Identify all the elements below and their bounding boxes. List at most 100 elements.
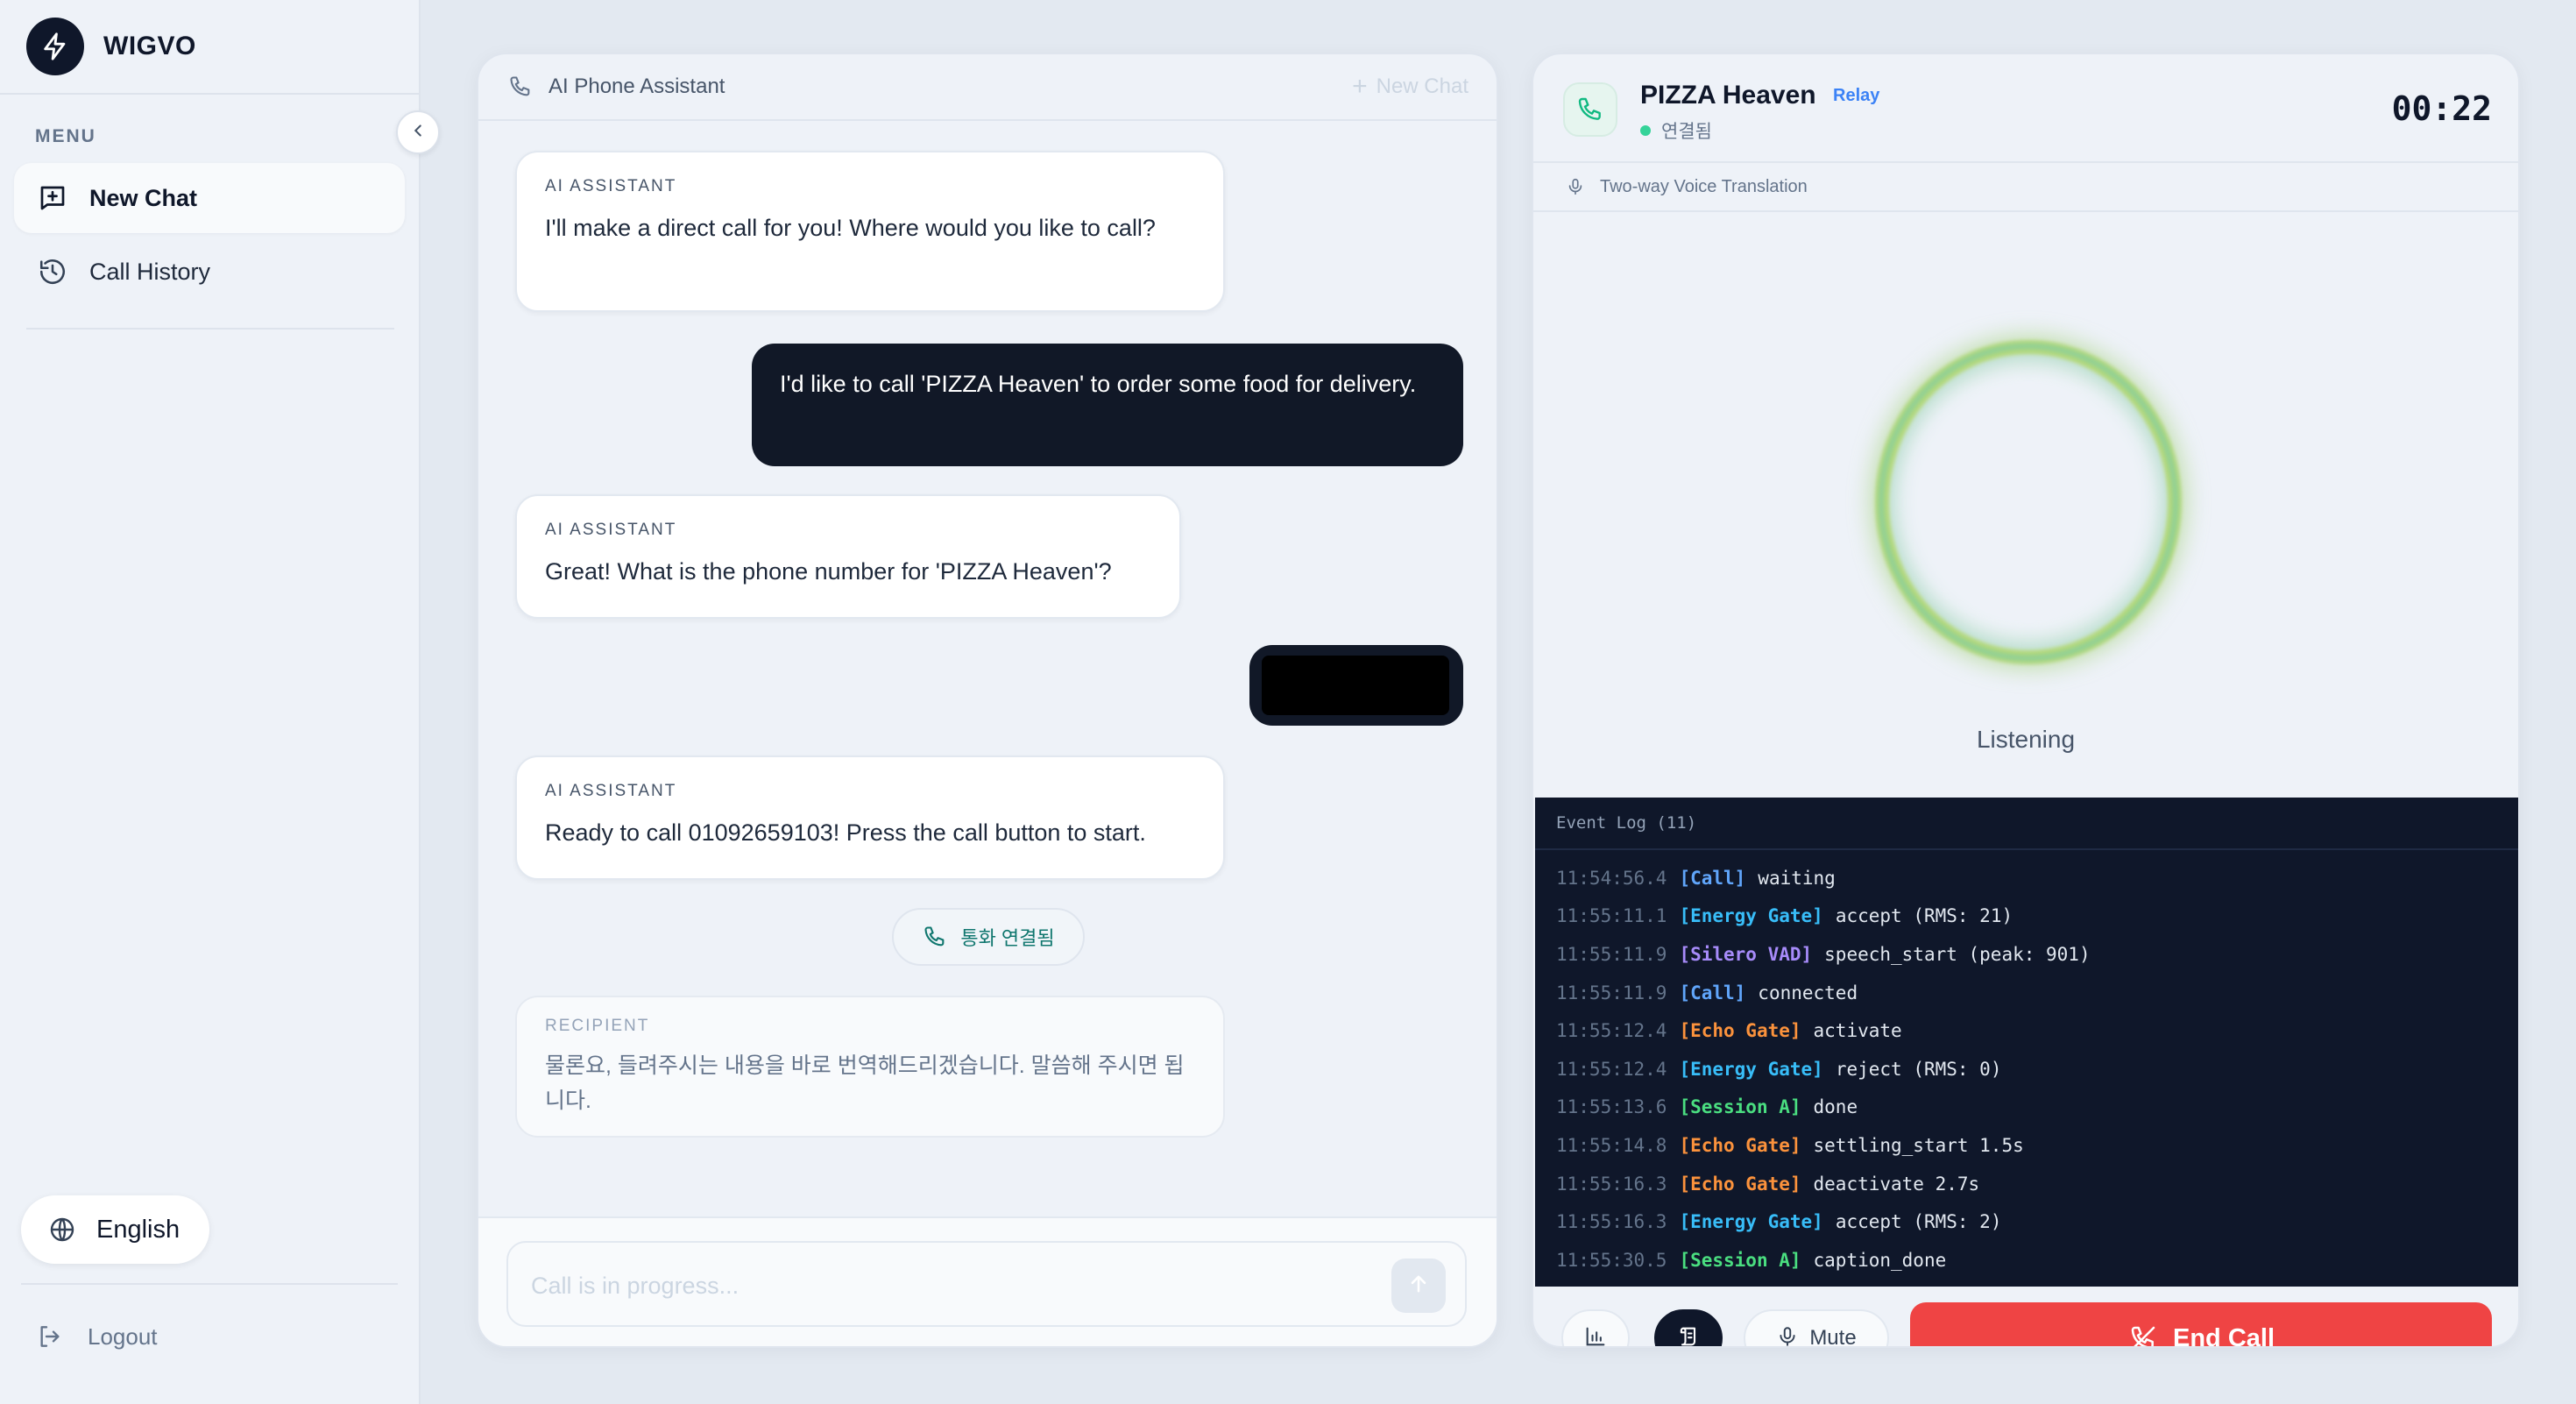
event-log-line: 11:55:16.3 [Energy Gate] accept (RMS: 2) (1556, 1202, 2518, 1241)
end-call-button[interactable]: End Call (1910, 1302, 2492, 1346)
call-panel: PIZZA Heaven Relay 연결됨 00:22 Two-way Voi… (1532, 53, 2520, 1348)
event-tag: [Call] (1679, 867, 1746, 889)
event-time: 11:55:16.3 (1556, 1211, 1667, 1233)
ai-message: AI ASSISTANT Ready to call 01092659103! … (515, 755, 1225, 880)
history-icon (35, 254, 70, 289)
voice-orb-glow (1879, 344, 2178, 661)
event-message: reject (RMS: 0) (1835, 1058, 2002, 1080)
logout-label: Logout (88, 1322, 158, 1350)
sidebar: WIGVO MENU New Chat Call History English… (0, 0, 440, 1404)
event-tag: [Echo Gate] (1679, 1134, 1801, 1156)
chat-input-box (506, 1241, 1467, 1327)
logout-button[interactable]: Logout (35, 1322, 158, 1351)
event-log-line: 11:54:56.4 [Call] waiting (1556, 859, 2518, 897)
event-message: done (1813, 1096, 1858, 1118)
event-time: 11:55:30.5 (1556, 1249, 1667, 1271)
divider (21, 1283, 398, 1285)
message-text: Great! What is the phone number for 'PIZ… (545, 558, 1112, 585)
plus-icon: + (1352, 72, 1368, 101)
event-log-line: 11:55:12.4 [Echo Gate] activate (1556, 1011, 2518, 1050)
message-sender: AI ASSISTANT (545, 782, 677, 800)
event-tag: [Energy Gate] (1679, 905, 1823, 927)
event-message: connected (1758, 982, 1858, 1003)
call-status-label: 연결됨 (1661, 122, 1712, 142)
event-log-line: 11:55:14.8 [Echo Gate] settling_start 1.5s (1556, 1126, 2518, 1165)
event-log-title: Event Log (11) (1535, 798, 2518, 850)
divider (0, 93, 419, 95)
logout-icon (35, 1322, 65, 1351)
message-text: Ready to call 01092659103! Press the cal… (545, 819, 1146, 846)
event-message: accept (RMS: 2) (1835, 1211, 2002, 1233)
event-tag: [Echo Gate] (1679, 1020, 1801, 1042)
message-text: 물론요, 들려주시는 내용을 바로 번역해드리겠습니다. 말씀해 주시면 됩니다… (545, 1053, 1185, 1113)
event-tag: [Call] (1679, 982, 1746, 1003)
brand[interactable]: WIGVO (26, 18, 196, 75)
new-chat-label: New Chat (1376, 74, 1468, 98)
brand-name: WIGVO (103, 32, 196, 60)
chevron-left-icon (408, 121, 428, 145)
user-message: I'd like to call 'PIZZA Heaven' to order… (752, 344, 1463, 466)
microphone-icon (1776, 1325, 1799, 1347)
event-log-lines: 11:54:56.4 [Call] waiting 11:55:11.1 [Energy… (1535, 850, 2518, 1280)
collapse-sidebar-button[interactable] (396, 110, 440, 154)
ai-message: AI ASSISTANT I'll make a direct call for… (515, 151, 1225, 312)
message-text: I'd like to call 'PIZZA Heaven' to order… (780, 371, 1417, 397)
event-log-line: 11:55:12.4 [Energy Gate] reject (RMS: 0) (1556, 1050, 2518, 1088)
call-connected-chip: 통화 연결됨 (892, 908, 1085, 966)
chat-title: AI Phone Assistant (548, 74, 725, 98)
event-log-line: 11:55:16.3 [Echo Gate] deactivate 2.7s (1556, 1165, 2518, 1203)
status-dot (1640, 125, 1651, 136)
phone-icon (1563, 82, 1617, 137)
lightning-logo-icon (26, 18, 84, 75)
redacted-block (1262, 656, 1449, 715)
new-chat-button[interactable]: + New Chat (1352, 74, 1468, 100)
event-log-line: 11:55:11.9 [Call] connected (1556, 974, 2518, 1012)
sidebar-item-call-history[interactable]: Call History (14, 237, 405, 307)
event-time: 11:55:16.3 (1556, 1173, 1667, 1195)
event-tag: [Silero VAD] (1679, 943, 1813, 965)
event-message: caption_done (1813, 1249, 1947, 1271)
sidebar-item-new-chat[interactable]: New Chat (14, 163, 405, 233)
chat-panel: AI Phone Assistant + New Chat AI ASSISTA… (477, 53, 1498, 1348)
event-tag: [Session A] (1679, 1249, 1801, 1271)
event-time: 11:55:11.9 (1556, 943, 1667, 965)
event-log-line: 11:55:11.9 [Silero VAD] speech_start (peak… (1556, 935, 2518, 974)
relay-badge: Relay (1833, 86, 1880, 105)
event-message: accept (RMS: 21) (1835, 905, 2013, 927)
call-status: 연결됨 (1640, 117, 1712, 144)
event-message: settling_start 1.5s (1813, 1134, 2024, 1156)
call-header: PIZZA Heaven Relay 연결됨 00:22 (1533, 54, 2518, 163)
event-time: 11:55:13.6 (1556, 1096, 1667, 1118)
chat-input[interactable] (531, 1264, 1320, 1308)
stats-button[interactable] (1561, 1309, 1630, 1347)
message-text: I'll make a direct call for you! Where w… (545, 215, 1156, 241)
event-message: deactivate 2.7s (1813, 1173, 1980, 1195)
event-log-toggle-button[interactable] (1654, 1309, 1723, 1347)
user-message-redacted (1249, 645, 1463, 726)
message-sender: RECIPIENT (545, 1017, 650, 1035)
event-message: activate (1813, 1020, 1902, 1042)
message-sender: AI ASSISTANT (545, 521, 677, 539)
recipient-message: RECIPIENT 물론요, 들려주시는 내용을 바로 번역해드리겠습니다. 말… (515, 996, 1225, 1138)
microphone-icon (1565, 176, 1586, 197)
callee-name: PIZZA Heaven (1640, 81, 1816, 110)
voice-visualizer: Listening (1533, 214, 2518, 798)
event-time: 11:55:12.4 (1556, 1020, 1667, 1042)
bar-chart-icon (1583, 1324, 1608, 1347)
scroll-log-icon (1676, 1324, 1701, 1347)
message-plus-icon (35, 181, 70, 216)
event-time: 11:55:12.4 (1556, 1058, 1667, 1080)
call-controls: Mute End Call (1533, 1287, 2518, 1347)
phone-off-icon (2127, 1322, 2159, 1346)
language-button[interactable]: English (21, 1195, 210, 1264)
event-time: 11:55:11.1 (1556, 905, 1667, 927)
event-log-line: 11:55:11.1 [Energy Gate] accept (RMS: 21) (1556, 897, 2518, 936)
divider (26, 328, 394, 330)
event-log-line: 11:55:30.5 [Session A] caption_done (1556, 1241, 2518, 1280)
send-button[interactable] (1391, 1259, 1446, 1313)
translation-mode-label: Two-way Voice Translation (1600, 176, 1808, 196)
event-tag: [Session A] (1679, 1096, 1801, 1118)
event-time: 11:55:14.8 (1556, 1134, 1667, 1156)
phone-icon (922, 924, 948, 950)
mute-button[interactable]: Mute (1744, 1309, 1889, 1347)
